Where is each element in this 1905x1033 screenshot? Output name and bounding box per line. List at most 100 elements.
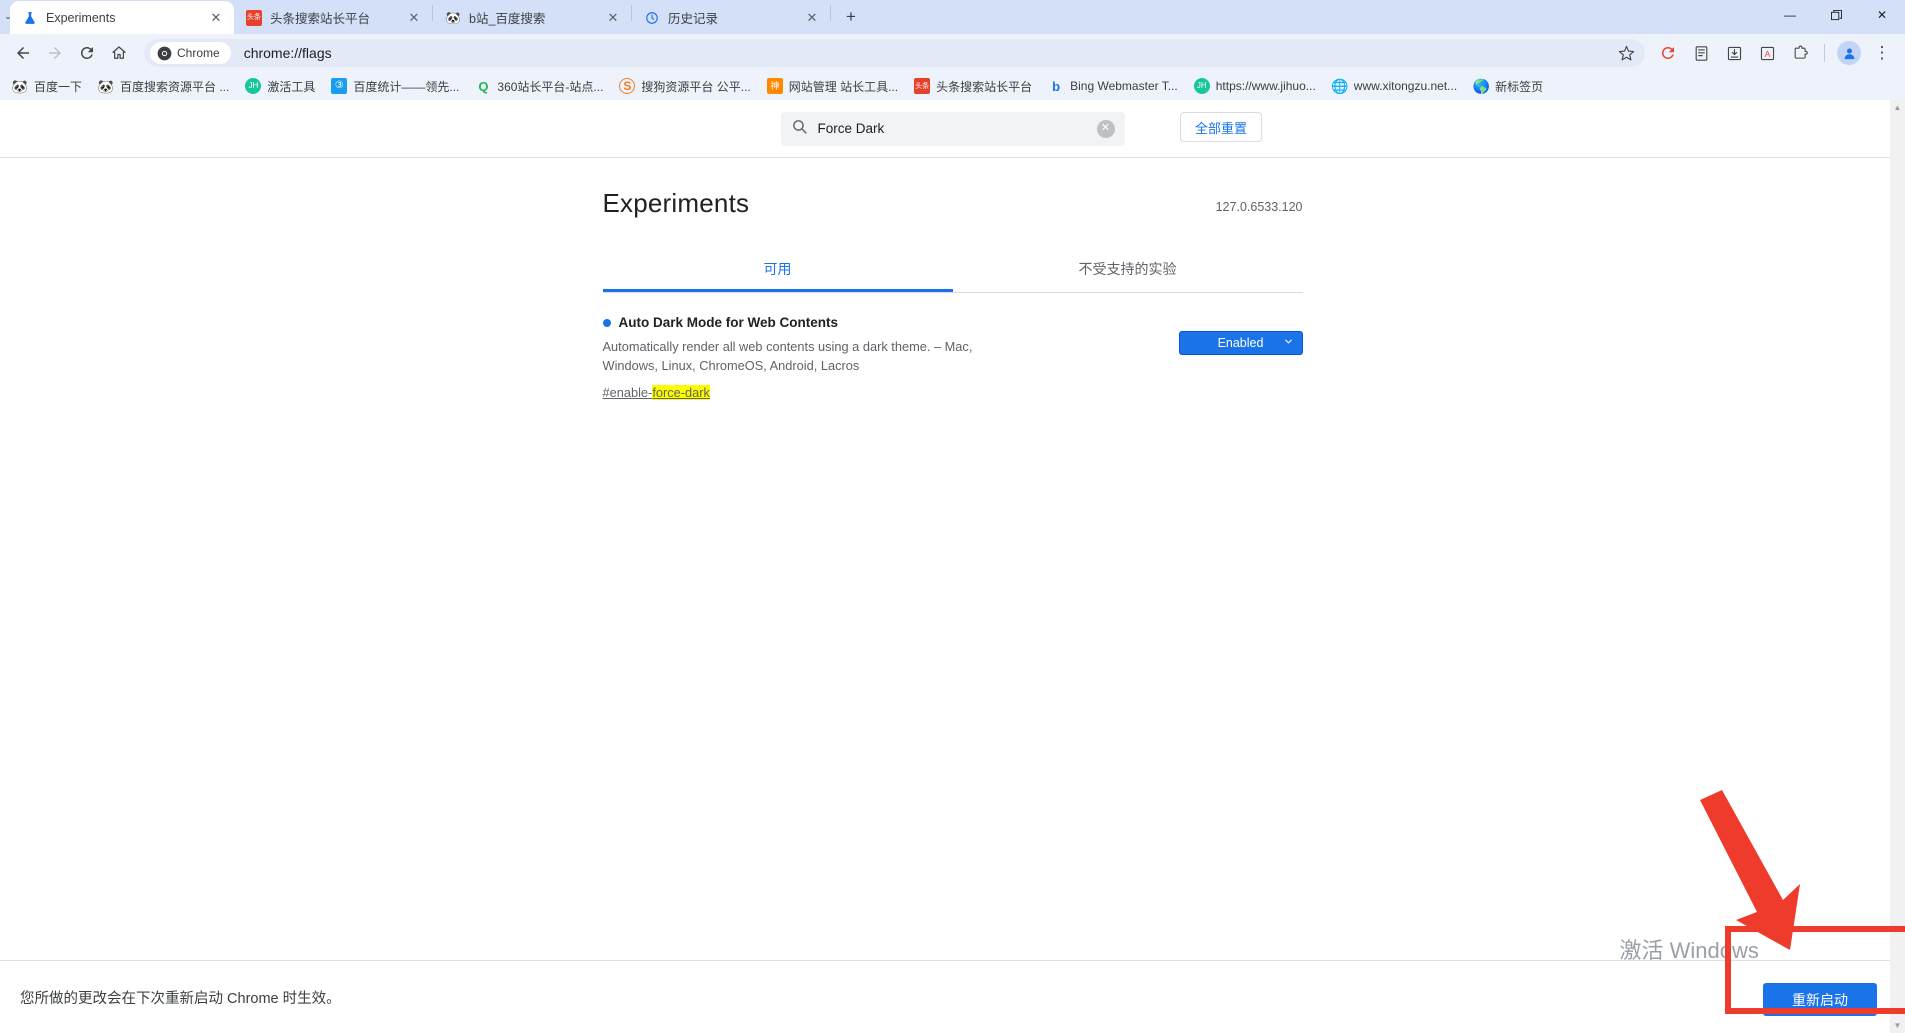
bookmark-item[interactable]: 🐼 百度搜索资源平台 ... (90, 75, 237, 98)
chrome-logo-icon (157, 46, 172, 60)
flags-tabs: 可用 不受支持的实验 (602, 249, 1303, 293)
experiment-state-select[interactable]: Enabled (1178, 331, 1303, 355)
bookmark-item[interactable]: 神网站管理 站长工具... (759, 75, 906, 98)
experiment-permalink-highlight: force-dark (652, 385, 710, 401)
bookmark-label: 激活工具 (267, 79, 316, 94)
bookmark-item[interactable]: 🌎 新标签页 (1465, 75, 1551, 98)
tab-close-button[interactable]: ✕ (406, 10, 422, 26)
address-bar-url: chrome://flags (243, 45, 332, 61)
experiment-permalink[interactable]: #enable-force-dark (602, 385, 710, 401)
tab-unsupported[interactable]: 不受支持的实验 (953, 249, 1303, 292)
bookmark-label: 头条搜索站长平台 (936, 79, 1033, 94)
search-input-value[interactable]: Force Dark (818, 121, 1087, 136)
experiment-row: Auto Dark Mode for Web Contents Automati… (602, 315, 1303, 402)
browser-tab-bilibili-baidu[interactable]: 🐼 b站_百度搜索 ✕ (433, 1, 631, 34)
modified-dot-icon (602, 318, 611, 327)
globe-icon: 🌐 (1331, 78, 1348, 94)
bookmark-item[interactable]: b Bing Webmaster T... (1040, 75, 1186, 97)
toolbar-divider (1824, 44, 1825, 62)
shenma-icon: 神 (766, 78, 783, 94)
browser-menu-icon[interactable]: ⋮ (1867, 38, 1897, 68)
globe-icon: 🌎 (1473, 78, 1490, 94)
bookmark-label: www.xitongzu.net... (1353, 79, 1458, 93)
chrome-origin-chip: Chrome (150, 42, 231, 64)
flags-page: Force Dark ✕ 全部重置 Experiments 127.0.6533… (0, 100, 1905, 1033)
flags-search-header: Force Dark ✕ 全部重置 (0, 100, 1905, 158)
download-icon[interactable] (1719, 38, 1749, 68)
reset-all-button[interactable]: 全部重置 (1180, 112, 1263, 142)
minimize-button[interactable]: — (1767, 0, 1813, 30)
browser-tab-toutiao[interactable]: 头条 头条搜索站长平台 ✕ (234, 1, 432, 34)
bookmark-label: 百度统计——领先... (353, 79, 460, 94)
page-scrollbar[interactable]: ▲ ▼ (1890, 100, 1905, 1033)
tongji-icon: ③ (331, 78, 348, 94)
tab-strip: ⌄ Experiments ✕ 头条 头条搜索站长平台 ✕ 🐼 b站_百度搜索 … (0, 0, 1905, 34)
tab-close-button[interactable]: ✕ (804, 10, 820, 26)
tab-close-button[interactable]: ✕ (605, 10, 621, 26)
relaunch-button[interactable]: 重新启动 (1763, 983, 1877, 1016)
bookmark-item[interactable]: JH https://www.jihuo... (1186, 75, 1324, 97)
sync-refresh-icon[interactable] (1653, 38, 1683, 68)
restart-message: 您所做的更改会在下次重新启动 Chrome 时生效。 (20, 990, 341, 1007)
jihuo-icon: JH (1193, 78, 1210, 94)
bookmark-item[interactable]: S 搜狗资源平台 公平... (611, 75, 758, 98)
address-bar[interactable]: Chrome chrome://flags (144, 39, 1645, 67)
experiment-details: Auto Dark Mode for Web Contents Automati… (602, 315, 1179, 402)
experiment-state-wrap: Enabled (1178, 331, 1303, 355)
search-flags-input[interactable]: Force Dark ✕ (780, 111, 1125, 146)
scroll-up-arrow-icon[interactable]: ▲ (1890, 100, 1905, 115)
toutiao-icon: 头条 (914, 78, 931, 94)
browser-tab-history[interactable]: 历史记录 ✕ (632, 1, 830, 34)
clear-search-icon[interactable]: ✕ (1096, 119, 1115, 138)
forward-icon[interactable] (40, 38, 70, 68)
maximize-button[interactable] (1813, 0, 1859, 30)
scroll-down-arrow-icon[interactable]: ▼ (1890, 1018, 1905, 1033)
bookmark-star-icon[interactable] (1615, 42, 1637, 64)
baidu-icon: 🐼 (12, 78, 28, 94)
bookmark-item[interactable]: 🐼 百度一下 (4, 75, 90, 98)
flags-body: Experiments 127.0.6533.120 可用 不受支持的实验 Au… (0, 158, 1905, 402)
page-title: Experiments (602, 188, 750, 218)
tab-title: 历史记录 (668, 12, 719, 26)
tab-available[interactable]: 可用 (603, 249, 953, 292)
experiment-permalink-prefix: #enable- (602, 385, 653, 401)
experiment-state-value: Enabled (1217, 336, 1264, 350)
new-tab-button[interactable]: + (837, 3, 865, 31)
jihuo-icon: JH (245, 78, 262, 94)
back-icon[interactable] (8, 38, 38, 68)
bookmark-item[interactable]: ③ 百度统计——领先... (323, 75, 467, 98)
browser-tab-experiments[interactable]: Experiments ✕ (10, 1, 234, 34)
qihoo-icon: Q (478, 78, 489, 94)
extensions-puzzle-icon[interactable] (1785, 38, 1815, 68)
profile-avatar[interactable] (1834, 38, 1864, 68)
tab-separator (830, 5, 831, 21)
bookmark-item[interactable]: 头条 头条搜索站长平台 (906, 75, 1040, 98)
search-icon (791, 118, 808, 140)
flask-icon (22, 10, 38, 26)
bookmark-item[interactable]: 🌐 www.xitongzu.net... (1324, 75, 1465, 97)
translate-icon[interactable]: A (1752, 38, 1782, 68)
bookmark-label: 百度一下 (34, 79, 83, 94)
browser-toolbar: Chrome chrome://flags A ⋮ (0, 34, 1905, 72)
reading-list-icon[interactable] (1686, 38, 1716, 68)
restart-bar: 您所做的更改会在下次重新启动 Chrome 时生效。 重新启动 (0, 960, 1905, 1033)
tab-close-button[interactable]: ✕ (208, 10, 224, 26)
bookmark-label: 网站管理 站长工具... (788, 79, 899, 94)
toolbar-actions: A ⋮ (1653, 38, 1897, 68)
bookmarks-bar: 🐼 百度一下 🐼 百度搜索资源平台 ... JH 激活工具 ③ 百度统计——领先... … (0, 72, 1905, 100)
experiment-description: Automatically render all web contents us… (602, 339, 973, 373)
experiment-name: Auto Dark Mode for Web Contents (618, 315, 839, 330)
avatar (1837, 41, 1861, 65)
close-button[interactable]: ✕ (1859, 0, 1905, 30)
chrome-version-label: 127.0.6533.120 (1215, 200, 1303, 214)
bookmark-label: 360站长平台-站点... (497, 79, 604, 94)
reload-icon[interactable] (72, 38, 102, 68)
bookmark-item[interactable]: Q 360站长平台-站点... (467, 75, 611, 98)
bookmark-item[interactable]: JH 激活工具 (237, 75, 323, 98)
bookmark-label: https://www.jihuo... (1215, 79, 1316, 93)
chevron-down-icon (1283, 336, 1294, 350)
tab-title: Experiments (46, 10, 116, 25)
flags-container: Experiments 127.0.6533.120 可用 不受支持的实验 Au… (602, 188, 1303, 402)
experiment-name-line: Auto Dark Mode for Web Contents (602, 315, 1155, 330)
home-icon[interactable] (104, 38, 134, 68)
